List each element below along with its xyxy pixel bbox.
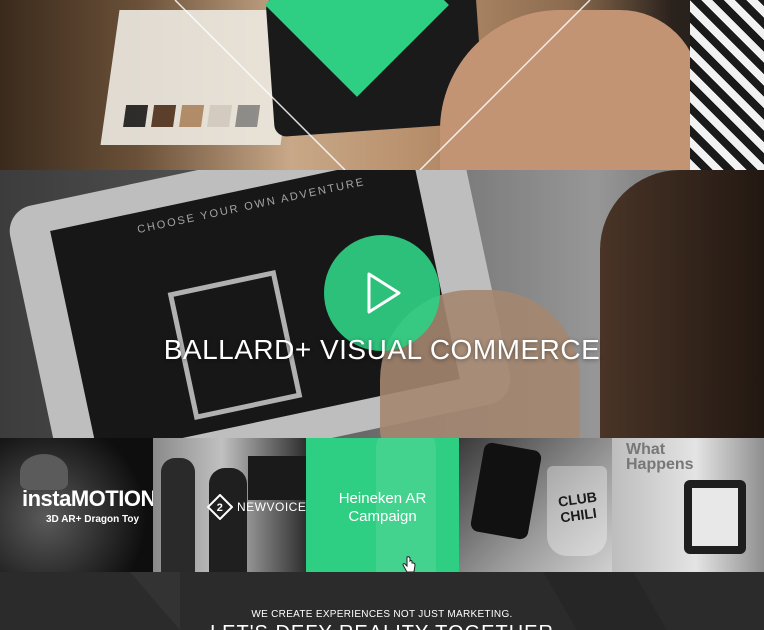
hero-title: BALLARD+ VISUAL COMMERCE [163,334,601,365]
what-happens-line1: What [626,441,666,458]
hero-video[interactable]: CHOOSE YOUR OWN ADVENTURE BALLARD+ VISUA… [0,170,764,438]
tile-caption-line1: Heineken AR [338,490,427,507]
svg-text:2: 2 [217,502,224,514]
footer-band: WE CREATE EXPERIENCES NOT JUST MARKETING… [0,572,764,630]
instamotion-logo: instaMOTION [22,486,153,511]
tile-instamotion[interactable]: instaMOTION 3D AR+ Dragon Toy [0,438,153,572]
tile-caption: Heineken AR Campaign [306,490,459,526]
person-image [161,458,195,572]
tile-club-chili[interactable]: CLUB CHILI [459,438,612,572]
top-banner-image [0,0,764,170]
person-image [209,468,247,572]
tile-newvoice[interactable]: 2 NEWVOICE [153,438,306,572]
tile-caption-line2: Campaign [348,508,417,525]
what-happens-line2: Happens [626,456,694,473]
tile-what-happens[interactable]: What Happens [612,438,764,572]
newvoice-text: NEWVOICE [237,500,306,514]
what-happens-label: What Happens [626,441,694,473]
play-icon [367,272,401,314]
footer-tagline: WE CREATE EXPERIENCES NOT JUST MARKETING… [251,609,513,620]
newvoice-icon: 2 [207,494,233,520]
decorative-lines [174,0,591,170]
hand-cursor-icon [402,556,416,572]
phone-image [469,441,543,541]
tablet-kiosk-screen [692,488,738,546]
footer-headline: LET'S DEFY REALITY TOGETHER [0,622,764,630]
project-tiles: instaMOTION 3D AR+ Dragon Toy 2 NEWVOICE… [0,438,764,572]
tile-heineken[interactable]: Heineken AR Campaign [306,438,459,572]
dragon-toy-image [20,454,68,490]
tile-subtitle: 3D AR+ Dragon Toy [46,514,140,525]
newvoice-logo: 2 NEWVOICE [207,494,306,520]
